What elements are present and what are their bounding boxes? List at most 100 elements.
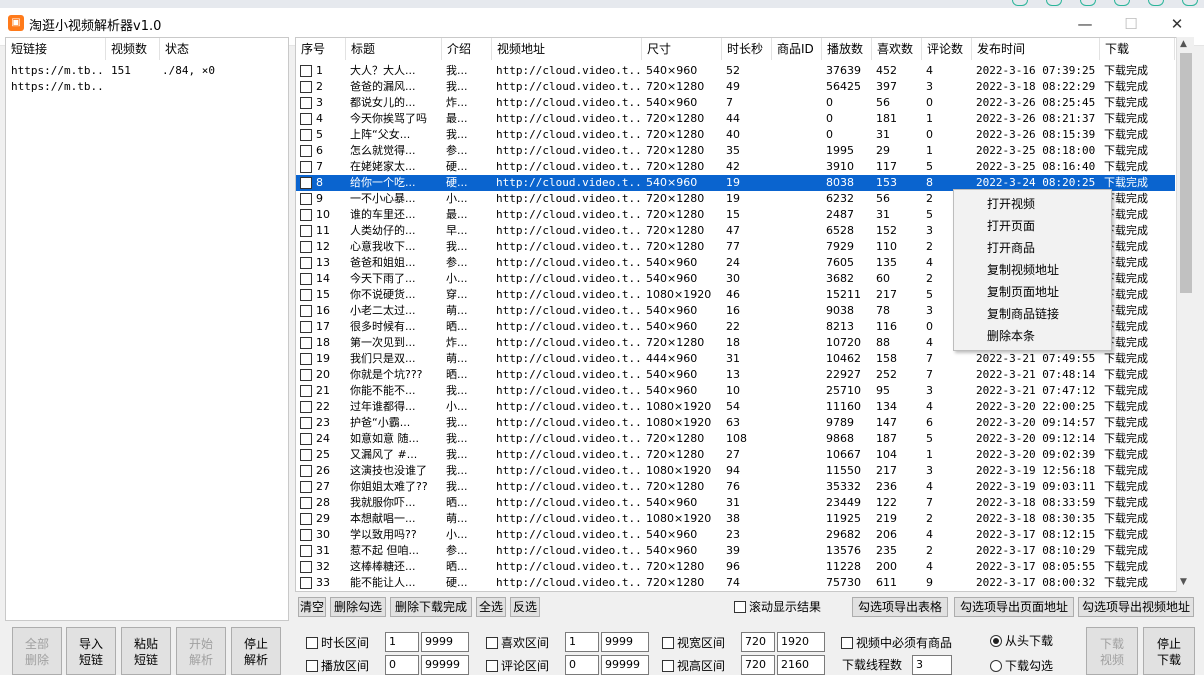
row-checkbox[interactable] — [300, 529, 312, 541]
height-filter-checkbox[interactable] — [662, 660, 674, 672]
column-header-publish-time[interactable]: 发布时间 — [972, 38, 1100, 60]
table-row[interactable]: 33 能不能让人... 硬... http://cloud.video.t... 720… — [296, 575, 1175, 591]
table-row[interactable]: 20 你就是个坑??? 晒... http://cloud.video.t... 540… — [296, 367, 1175, 383]
start-parse-button[interactable]: 开始 解析 — [176, 627, 226, 675]
likes-filter-checkbox[interactable] — [486, 637, 498, 649]
table-row[interactable]: 2 爸爸的漏风... 我... http://cloud.video.t... 720×… — [296, 79, 1175, 95]
row-checkbox[interactable] — [300, 433, 312, 445]
scroll-down-icon[interactable]: ▼ — [1180, 577, 1187, 587]
table-row[interactable]: 21 你能不能不... 我... http://cloud.video.t... 540… — [296, 383, 1175, 399]
auto-scroll-checkbox[interactable] — [734, 601, 746, 613]
table-row[interactable]: 4 今天你挨骂了吗 最... http://cloud.video.t... 720×1… — [296, 111, 1175, 127]
width-min-input[interactable]: 720 — [741, 632, 775, 652]
height-min-input[interactable]: 720 — [741, 655, 775, 675]
row-checkbox[interactable] — [300, 561, 312, 573]
thread-count-input[interactable]: 3 — [912, 655, 952, 675]
menu-copy-page-url[interactable]: 复制页面地址 — [954, 281, 1111, 303]
table-row[interactable]: 32 这棒棒糖还... 晒... http://cloud.video.t... 720… — [296, 559, 1175, 575]
export-video-urls-button[interactable]: 勾选项导出视频地址 — [1078, 597, 1194, 617]
column-header-intro[interactable]: 介绍 — [442, 38, 492, 60]
row-checkbox[interactable] — [300, 161, 312, 173]
column-header-plays[interactable]: 播放数 — [822, 38, 872, 60]
export-page-urls-button[interactable]: 勾选项导出页面地址 — [954, 597, 1074, 617]
table-row[interactable]: 5 上阵“父女... 我... http://cloud.video.t... 720×… — [296, 127, 1175, 143]
duration-min-input[interactable]: 1 — [385, 632, 419, 652]
table-row[interactable]: 6 怎么就觉得... 参... http://cloud.video.t... 720×… — [296, 143, 1175, 159]
row-checkbox[interactable] — [300, 305, 312, 317]
column-header-title[interactable]: 标题 — [346, 38, 442, 60]
row-checkbox[interactable] — [300, 145, 312, 157]
stop-download-button[interactable]: 停止 下载 — [1143, 627, 1195, 675]
column-header-video-url[interactable]: 视频地址 — [492, 38, 642, 60]
column-header-comments[interactable]: 评论数 — [922, 38, 972, 60]
column-header-duration[interactable]: 时长秒 — [722, 38, 772, 60]
download-video-button[interactable]: 下载 视频 — [1086, 627, 1138, 675]
row-checkbox[interactable] — [300, 369, 312, 381]
invert-selection-button[interactable]: 反选 — [510, 597, 540, 617]
row-checkbox[interactable] — [300, 449, 312, 461]
row-checkbox[interactable] — [300, 401, 312, 413]
menu-copy-product-link[interactable]: 复制商品链接 — [954, 303, 1111, 325]
paste-links-button[interactable]: 粘贴 短链 — [121, 627, 171, 675]
row-checkbox[interactable] — [300, 513, 312, 525]
table-row[interactable]: 29 本想献唱一... 萌... http://cloud.video.t... 108… — [296, 511, 1175, 527]
clear-button[interactable]: 清空 — [298, 597, 326, 617]
column-header-size[interactable]: 尺寸 — [642, 38, 722, 60]
menu-open-page[interactable]: 打开页面 — [954, 215, 1111, 237]
row-checkbox[interactable] — [300, 97, 312, 109]
column-header-likes[interactable]: 喜欢数 — [872, 38, 922, 60]
row-checkbox[interactable] — [300, 321, 312, 333]
row-checkbox[interactable] — [300, 481, 312, 493]
row-checkbox[interactable] — [300, 577, 312, 589]
import-links-button[interactable]: 导入 短链 — [66, 627, 116, 675]
table-row[interactable]: 26 这演技也没谁了 我... http://cloud.video.t... 1080… — [296, 463, 1175, 479]
height-max-input[interactable]: 2160 — [777, 655, 825, 675]
likes-max-input[interactable]: 9999 — [601, 632, 649, 652]
table-row[interactable]: 30 学以致用吗?? 小... http://cloud.video.t... 540×… — [296, 527, 1175, 543]
menu-copy-video-url[interactable]: 复制视频地址 — [954, 259, 1111, 281]
row-checkbox[interactable] — [300, 225, 312, 237]
plays-filter-checkbox[interactable] — [306, 660, 318, 672]
minimize-button[interactable]: — — [1062, 10, 1108, 38]
duration-filter-checkbox[interactable] — [306, 637, 318, 649]
table-row[interactable]: 23 护爸“小霸... 我... http://cloud.video.t... 108… — [296, 415, 1175, 431]
table-row[interactable]: 31 惹不起 但咱... 参... http://cloud.video.t... 54… — [296, 543, 1175, 559]
width-max-input[interactable]: 1920 — [777, 632, 825, 652]
delete-completed-button[interactable]: 删除下载完成 — [390, 597, 472, 617]
download-from-start-radio[interactable] — [990, 635, 1002, 647]
menu-open-product[interactable]: 打开商品 — [954, 237, 1111, 259]
row-checkbox[interactable] — [300, 497, 312, 509]
row-checkbox[interactable] — [300, 81, 312, 93]
table-row[interactable]: 3 都说女儿的... 炸... http://cloud.video.t... 540×… — [296, 95, 1175, 111]
comments-min-input[interactable]: 0 — [565, 655, 599, 675]
column-header-product-id[interactable]: 商品ID — [772, 38, 822, 60]
row-checkbox[interactable] — [300, 241, 312, 253]
select-all-button[interactable]: 全选 — [476, 597, 506, 617]
duration-max-input[interactable]: 9999 — [421, 632, 469, 652]
menu-open-video[interactable]: 打开视频 — [954, 193, 1111, 215]
row-checkbox[interactable] — [300, 273, 312, 285]
row-checkbox[interactable] — [300, 465, 312, 477]
close-button[interactable]: ✕ — [1154, 10, 1200, 38]
delete-all-button[interactable]: 全部 删除 — [12, 627, 62, 675]
scrollbar-thumb[interactable] — [1180, 53, 1192, 293]
table-row[interactable]: 7 在姥姥家太... 硬... http://cloud.video.t... 720×… — [296, 159, 1175, 175]
export-table-button[interactable]: 勾选项导出表格 — [852, 597, 948, 617]
row-checkbox[interactable] — [300, 353, 312, 365]
row-checkbox[interactable] — [300, 65, 312, 77]
table-row[interactable]: 25 又漏风了 #... 我... http://cloud.video.t... 72… — [296, 447, 1175, 463]
column-header-status[interactable]: 状态 — [160, 38, 288, 60]
maximize-button[interactable]: ☐ — [1108, 10, 1154, 38]
row-checkbox[interactable] — [300, 337, 312, 349]
row-checkbox[interactable] — [300, 113, 312, 125]
table-row[interactable]: 1 大人？大人... 我... http://cloud.video.t... 540×… — [296, 63, 1175, 79]
vertical-scrollbar[interactable]: ▲ ▼ — [1176, 37, 1194, 592]
column-header-download[interactable]: 下载 — [1100, 38, 1175, 60]
plays-max-input[interactable]: 99999 — [421, 655, 469, 675]
row-checkbox[interactable] — [300, 417, 312, 429]
comments-max-input[interactable]: 99999 — [601, 655, 649, 675]
column-header-link[interactable]: 短链接 — [6, 38, 106, 60]
short-link-table[interactable]: 短链接 视频数 状态 https://m.tb... 151 ./84, ×0 … — [5, 37, 289, 621]
table-row[interactable]: 28 我就服你吓... 晒... http://cloud.video.t... 540… — [296, 495, 1175, 511]
menu-delete-item[interactable]: 删除本条 — [954, 325, 1111, 347]
